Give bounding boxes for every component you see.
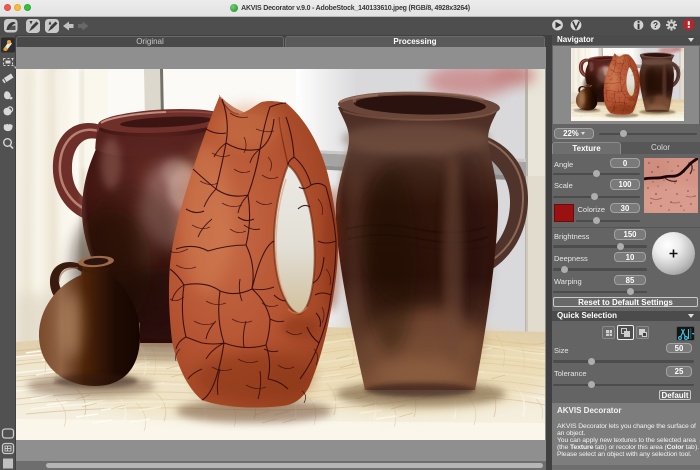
- svg-text:?: ?: [653, 20, 658, 30]
